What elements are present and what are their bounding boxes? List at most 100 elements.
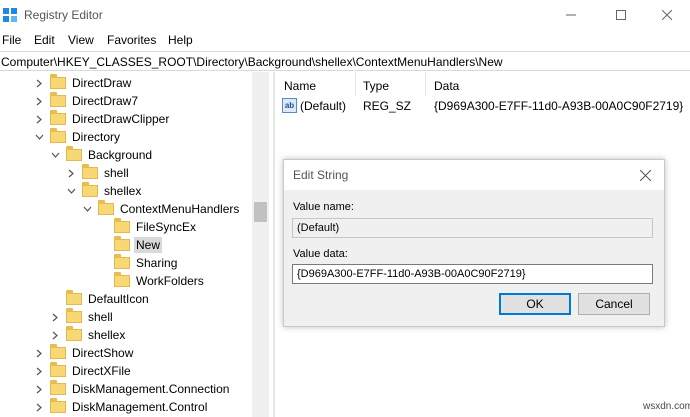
column-divider[interactable] <box>355 72 356 96</box>
tree-item-contextmenuhandlers[interactable]: ContextMenuHandlers <box>82 200 241 218</box>
tree-item-filesyncex[interactable]: FileSyncEx <box>114 218 198 236</box>
tree-item-directshow[interactable]: DirectShow <box>34 344 135 362</box>
folder-icon <box>114 254 130 269</box>
tree-item-label: DirectDraw7 <box>72 94 139 108</box>
tree-item-label-selected: New <box>134 237 163 253</box>
dialog-title-bar: Edit String <box>284 160 664 190</box>
pane-splitter[interactable] <box>273 72 275 417</box>
column-header-data[interactable]: Data <box>434 79 459 93</box>
folder-icon <box>114 218 130 233</box>
tree-item-directdraw[interactable]: DirectDraw <box>34 74 133 92</box>
folder-icon <box>50 362 66 377</box>
folder-icon <box>50 380 66 395</box>
address-path[interactable]: Computer\HKEY_CLASSES_ROOT\Directory\Bac… <box>1 55 503 69</box>
maximize-button[interactable] <box>598 0 644 30</box>
chevron-right-icon[interactable] <box>34 398 44 416</box>
tree-item-directxfile[interactable]: DirectXFile <box>34 362 133 380</box>
value-name-label: Value name: <box>293 201 354 213</box>
tree-item-label: Sharing <box>136 256 178 270</box>
minimize-icon <box>566 14 576 16</box>
folder-icon <box>50 128 66 143</box>
dialog-title: Edit String <box>293 168 349 182</box>
folder-icon <box>82 164 98 179</box>
chevron-right-icon[interactable] <box>34 362 44 380</box>
menu-bar: File Edit View Favorites Help <box>0 30 690 50</box>
maximize-icon <box>616 10 626 20</box>
tree-item-label: DirectShow <box>72 346 134 360</box>
value-row-default[interactable]: ab (Default) REG_SZ {D969A300-E7FF-11d0-… <box>282 96 690 116</box>
close-button[interactable] <box>644 0 690 30</box>
tree-item-label: DiskManagement.Connection <box>72 382 230 396</box>
edit-string-dialog: Edit String Value name: (Default) Value … <box>283 159 665 327</box>
tree-scrollbar[interactable] <box>252 72 269 417</box>
tree-item-new[interactable]: New <box>114 236 163 254</box>
chevron-right-icon[interactable] <box>66 164 76 182</box>
cancel-button[interactable]: Cancel <box>578 293 650 315</box>
tree-item-shell[interactable]: shell <box>50 308 115 326</box>
tree-item-label: DiskManagement.Control <box>72 400 208 414</box>
tree-item-shell[interactable]: shell <box>66 164 131 182</box>
folder-icon <box>66 326 82 341</box>
registry-editor-icon <box>3 8 17 22</box>
menu-favorites[interactable]: Favorites <box>107 33 156 47</box>
tree-scrollbar-thumb[interactable] <box>254 202 267 222</box>
folder-icon <box>50 398 66 413</box>
tree-item-diskmanagement-control[interactable]: DiskManagement.Control <box>34 398 209 416</box>
column-header-name[interactable]: Name <box>284 79 316 93</box>
folder-icon <box>66 146 82 161</box>
tree-item-label: FileSyncEx <box>136 220 197 234</box>
menu-edit[interactable]: Edit <box>34 33 55 47</box>
tree-item-label: Background <box>88 148 153 162</box>
chevron-right-icon[interactable] <box>50 308 60 326</box>
close-icon <box>662 10 672 20</box>
tree-item-shellex[interactable]: shellex <box>66 182 143 200</box>
chevron-right-icon[interactable] <box>34 92 44 110</box>
values-list-header: Name Type Data <box>276 72 690 98</box>
menu-view[interactable]: View <box>68 33 94 47</box>
chevron-down-icon[interactable] <box>82 200 92 218</box>
menu-file[interactable]: File <box>2 33 21 47</box>
chevron-right-icon[interactable] <box>34 344 44 362</box>
tree-item-directdrawclipper[interactable]: DirectDrawClipper <box>34 110 171 128</box>
dialog-close-button[interactable] <box>634 164 656 186</box>
tree-item-background[interactable]: Background <box>50 146 154 164</box>
window-title: Registry Editor <box>24 8 103 22</box>
folder-icon <box>50 92 66 107</box>
tree-item-label: WorkFolders <box>136 274 204 288</box>
tree-item-diskmanagement-connection[interactable]: DiskManagement.Connection <box>34 380 231 398</box>
folder-icon <box>66 308 82 323</box>
column-divider[interactable] <box>425 72 426 96</box>
tree-item-label: ContextMenuHandlers <box>120 202 240 216</box>
tree-item-label: Directory <box>72 130 121 144</box>
tree-item-directory[interactable]: Directory <box>34 128 122 146</box>
tree-item-directdraw7[interactable]: DirectDraw7 <box>34 92 140 110</box>
menu-help[interactable]: Help <box>168 33 193 47</box>
tree-item-shellex[interactable]: shellex <box>50 326 127 344</box>
chevron-down-icon[interactable] <box>34 128 44 146</box>
chevron-right-icon[interactable] <box>34 110 44 128</box>
chevron-down-icon[interactable] <box>66 182 76 200</box>
tree-item-workfolders[interactable]: WorkFolders <box>114 272 206 290</box>
close-icon <box>639 169 651 181</box>
chevron-right-icon[interactable] <box>34 74 44 92</box>
value-data-input[interactable]: {D969A300-E7FF-11d0-A93B-00A0C90F2719} <box>292 264 653 284</box>
value-data-label: Value data: <box>293 248 348 260</box>
tree-item-sharing[interactable]: Sharing <box>114 254 179 272</box>
chevron-right-icon[interactable] <box>34 380 44 398</box>
value-type-cell: REG_SZ <box>363 99 412 113</box>
tree-item-label: shell <box>88 310 113 324</box>
chevron-right-icon[interactable] <box>50 326 60 344</box>
folder-icon <box>114 272 130 287</box>
column-header-type[interactable]: Type <box>363 79 389 93</box>
address-bar[interactable]: Computer\HKEY_CLASSES_ROOT\Directory\Bac… <box>0 51 690 71</box>
ok-button[interactable]: OK <box>499 293 571 315</box>
watermark: wsxdn.com <box>643 401 690 412</box>
string-value-icon: ab <box>282 98 297 113</box>
folder-icon <box>50 344 66 359</box>
title-bar: Registry Editor <box>0 0 690 30</box>
tree-item-label: shellex <box>88 328 126 342</box>
tree-item-defaulticon[interactable]: DefaultIcon <box>66 290 151 308</box>
chevron-down-icon[interactable] <box>50 146 60 164</box>
folder-icon <box>50 74 66 89</box>
minimize-button[interactable] <box>548 0 594 30</box>
